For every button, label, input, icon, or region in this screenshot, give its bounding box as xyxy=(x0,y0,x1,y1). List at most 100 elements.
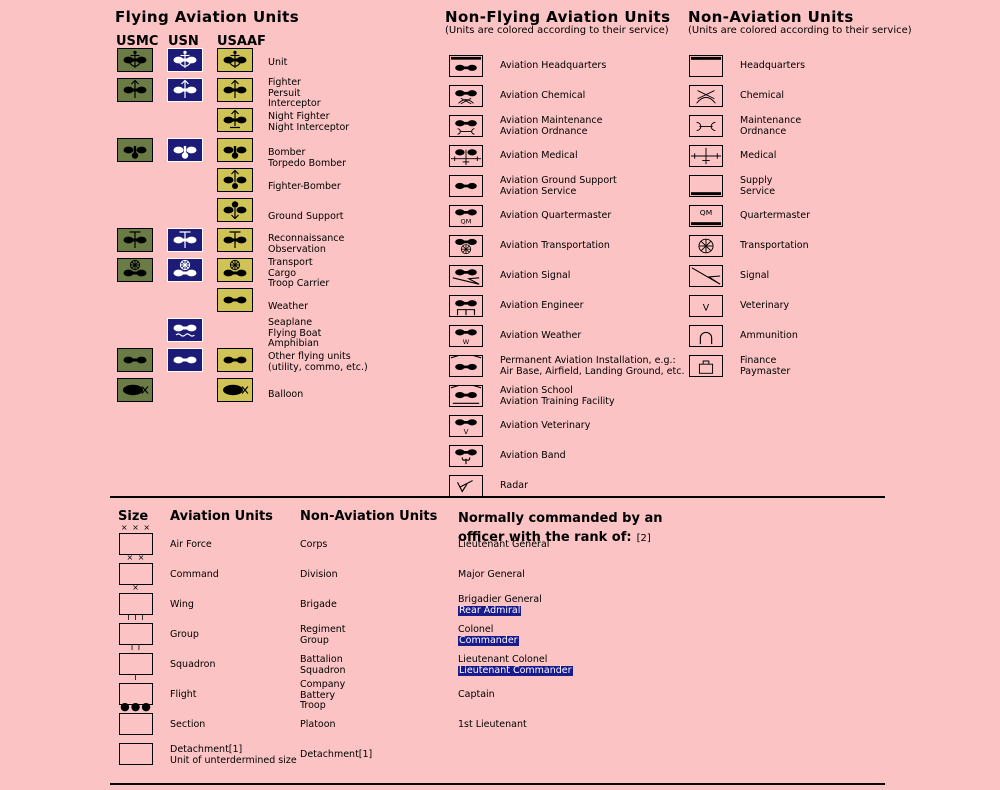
column-header-usmc: USMC xyxy=(116,34,159,49)
symbol-nonaviation-medical xyxy=(689,145,723,167)
symbol-nonaviation-veterinary: V xyxy=(689,295,723,317)
nonaviation-section-title: Non-Aviation Units xyxy=(688,8,854,26)
symbol-nonaviation-ammunition xyxy=(689,325,723,347)
symbol-nonflying-signal xyxy=(449,265,483,287)
label-nonflying-7: Aviation Signal xyxy=(500,270,571,281)
svg-text:QM: QM xyxy=(700,208,712,217)
symbol-usmc-balloon xyxy=(117,378,153,402)
symbol-nonflying-maintenance xyxy=(449,115,483,137)
label-nonflying-14: Radar xyxy=(500,480,528,491)
label-size-rank-6: 1st Lieutenant xyxy=(458,719,527,731)
symbol-usaaf-fighter xyxy=(217,78,253,102)
label-nonaviation-7: Signal xyxy=(740,270,770,281)
label-size-aviation-1: Command xyxy=(170,569,219,580)
sizetable-header-aviation: Aviation Units xyxy=(170,509,273,524)
label-nonaviation-9: Ammunition xyxy=(740,330,798,341)
echelon-mark-6: ●●● xyxy=(120,700,152,713)
symbol-nonflying-service xyxy=(449,175,483,197)
echelon-mark-4: I I xyxy=(130,643,142,652)
label-flying-5: Ground Support xyxy=(268,211,344,222)
rank-army: Brigadier General xyxy=(458,594,542,605)
nonflying-section-title: Non-Flying Aviation Units xyxy=(445,8,671,26)
label-size-nonaviation-4: Battalion Squadron xyxy=(300,654,346,676)
label-nonaviation-0: Headquarters xyxy=(740,60,806,71)
echelon-mark-0: × × × xyxy=(120,523,152,532)
svg-text:QM: QM xyxy=(461,217,472,225)
rank-navy: Commander xyxy=(458,634,519,646)
symbol-nonaviation-quartermaster: QM xyxy=(689,205,723,227)
symbol-nonflying-chemical xyxy=(449,85,483,107)
echelon-box-0 xyxy=(119,533,153,555)
label-nonflying-9: Aviation Weather xyxy=(500,330,582,341)
label-flying-8: Weather xyxy=(268,301,308,312)
label-flying-0: Unit xyxy=(268,57,288,68)
symbol-nonaviation-signal xyxy=(689,265,723,287)
symbol-usaaf-unit xyxy=(217,48,253,72)
label-flying-2: Night Fighter Night Interceptor xyxy=(268,111,350,133)
label-size-rank-2: Brigadier General Rear Admiral xyxy=(458,594,542,616)
symbol-usaaf-transport xyxy=(217,258,253,282)
echelon-box-7 xyxy=(119,743,153,765)
symbol-usaaf-balloon xyxy=(217,378,253,402)
rank-army: Lieutenant General xyxy=(458,539,550,550)
label-nonaviation-1: Chemical xyxy=(740,90,785,101)
symbol-usn-bomber xyxy=(167,138,203,162)
label-flying-7: Transport Cargo Troop Carrier xyxy=(268,257,330,289)
symbol-nonaviation-supply xyxy=(689,175,723,197)
symbol-usmc-recon xyxy=(117,228,153,252)
label-flying-1: Fighter Persuit Interceptor xyxy=(268,77,321,109)
symbol-usn-other xyxy=(167,348,203,372)
nonflying-section-subtitle: (Units are colored according to their se… xyxy=(445,25,669,36)
label-size-aviation-6: Section xyxy=(170,719,206,730)
label-size-rank-4: Lieutenant Colonel Lieutenant Commander xyxy=(458,654,573,676)
label-nonaviation-3: Medical xyxy=(740,150,777,161)
label-nonaviation-6: Transportation xyxy=(740,240,809,251)
echelon-mark-5: I xyxy=(134,673,138,682)
echelon-mark-3: I I I xyxy=(127,613,145,622)
label-nonflying-3: Aviation Medical xyxy=(500,150,578,161)
symbol-usmc-unit xyxy=(117,48,153,72)
label-size-nonaviation-5: Company Battery Troop xyxy=(300,679,346,711)
label-nonaviation-5: Quartermaster xyxy=(740,210,811,221)
symbol-usaaf-groundsupport xyxy=(217,198,253,222)
symbol-usaaf-bomber xyxy=(217,138,253,162)
label-nonaviation-10: Finance Paymaster xyxy=(740,355,791,377)
symbol-usaaf-weather xyxy=(217,288,253,312)
rank-army: Lieutenant Colonel xyxy=(458,654,548,665)
label-nonflying-13: Aviation Band xyxy=(500,450,566,461)
label-nonflying-4: Aviation Ground Support Aviation Service xyxy=(500,175,617,197)
rank-army: Major General xyxy=(458,569,525,580)
symbol-usmc-transport xyxy=(117,258,153,282)
symbol-usmc-bomber xyxy=(117,138,153,162)
label-nonaviation-2: Maintenance Ordnance xyxy=(740,115,802,137)
label-nonflying-10: Permanent Aviation Installation, e.g.: Ai… xyxy=(500,355,685,377)
echelon-box-6 xyxy=(119,713,153,735)
label-flying-10: Other flying units (utility, commo, etc.) xyxy=(268,351,368,373)
symbol-nonaviation-transportation xyxy=(689,235,723,257)
symbol-nonaviation-finance xyxy=(689,355,723,377)
column-header-usaaf: USAAF xyxy=(217,34,266,49)
label-size-rank-0: Lieutenant General xyxy=(458,539,550,551)
section-divider-bottom xyxy=(110,783,885,785)
symbol-nonaviation-hq xyxy=(689,55,723,77)
rank-navy: Lieutenant Commander xyxy=(458,664,573,676)
label-nonflying-11: Aviation School Aviation Training Facilit… xyxy=(500,385,615,407)
label-size-nonaviation-2: Brigade xyxy=(300,599,337,610)
label-nonaviation-4: Supply Service xyxy=(740,175,776,197)
symbol-nonflying-radar xyxy=(449,475,483,497)
label-size-aviation-3: Group xyxy=(170,629,199,640)
echelon-box-1 xyxy=(119,563,153,585)
label-size-nonaviation-7: Detachment[1] xyxy=(300,749,373,760)
symbol-nonflying-band xyxy=(449,445,483,467)
label-nonflying-5: Aviation Quartermaster xyxy=(500,210,612,221)
symbol-usaaf-other xyxy=(217,348,253,372)
label-size-rank-3: Colonel Commander xyxy=(458,624,519,646)
rank-header-note: [2] xyxy=(636,533,651,544)
section-divider-top xyxy=(110,496,885,498)
symbol-usmc-other xyxy=(117,348,153,372)
symbol-usn-recon xyxy=(167,228,203,252)
label-nonaviation-8: Veterinary xyxy=(740,300,790,311)
svg-text:W: W xyxy=(463,338,470,346)
symbol-usn-fighter xyxy=(167,78,203,102)
svg-text:V: V xyxy=(464,428,469,436)
